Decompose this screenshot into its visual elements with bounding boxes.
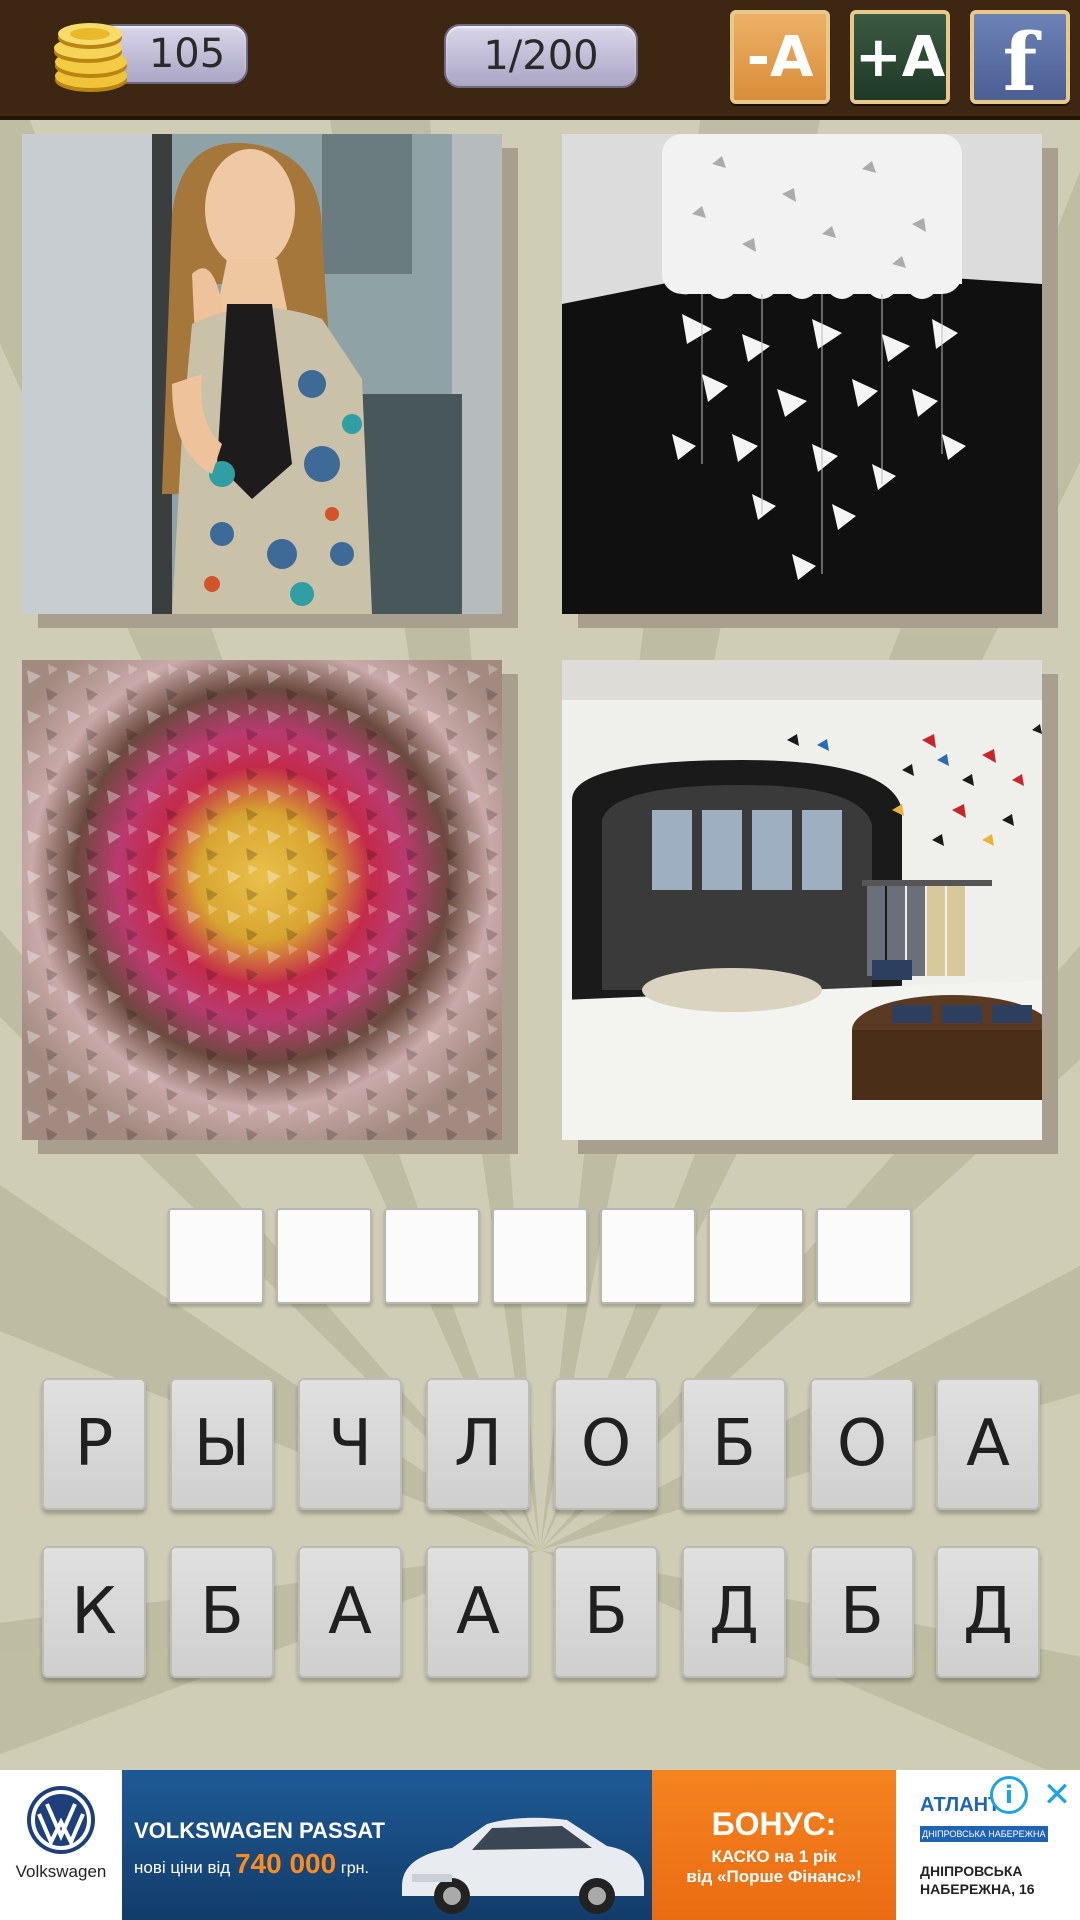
letter-tile[interactable]: О: [810, 1378, 914, 1510]
letter-tile[interactable]: Б: [170, 1546, 274, 1678]
boutique-butterflies-photo[interactable]: [562, 660, 1058, 1154]
ad-bonus-line2: від «Порше Фінанс»!: [686, 1867, 862, 1886]
letter-tile[interactable]: Л: [426, 1378, 530, 1510]
facebook-share-button[interactable]: f: [970, 10, 1070, 109]
volkswagen-logo-icon: [27, 1786, 95, 1854]
answer-slot[interactable]: [600, 1208, 696, 1304]
ad-main-panel: VOLKSWAGEN PASSAT нові ціни від 740 000 …: [122, 1770, 652, 1920]
ad-price-prefix: нові ціни від: [134, 1858, 231, 1877]
letter-tile[interactable]: Ы: [170, 1378, 274, 1510]
remove-letter-button[interactable]: -A: [730, 10, 830, 104]
letter-tile[interactable]: К: [42, 1546, 146, 1678]
top-bar: 105 1/200 -A +A f: [0, 0, 1080, 120]
ad-bonus-title: БОНУС:: [711, 1806, 837, 1842]
letter-tile[interactable]: А: [936, 1378, 1040, 1510]
ad-vw-panel: Volkswagen: [0, 1770, 122, 1920]
ad-bonus-panel: БОНУС: КАСКО на 1 рік від «Порше Фінанс»…: [652, 1770, 896, 1920]
woman-butterfly-dress-photo[interactable]: [22, 134, 518, 628]
ad-bonus-line1: КАСКО на 1 рік: [711, 1847, 837, 1866]
coins-value: 105: [148, 31, 226, 77]
answer-slot[interactable]: [384, 1208, 480, 1304]
paper-butterflies-wall-photo[interactable]: [22, 660, 518, 1154]
ad-model-text: VOLKSWAGEN PASSAT: [134, 1818, 385, 1843]
letter-tile[interactable]: О: [554, 1378, 658, 1510]
letter-tile[interactable]: Б: [682, 1378, 786, 1510]
letter-tile[interactable]: А: [426, 1546, 530, 1678]
coins-stack-icon: [54, 23, 127, 92]
reveal-letter-button[interactable]: +A: [850, 10, 950, 104]
answer-slot[interactable]: [492, 1208, 588, 1304]
level-value: 1/200: [483, 33, 599, 79]
letter-tile[interactable]: А: [298, 1546, 402, 1678]
reveal-letter-label: +A: [854, 24, 946, 90]
car-image: [402, 1817, 644, 1914]
letter-tile[interactable]: Р: [42, 1378, 146, 1510]
ad-atlant-address: ДНІПРОВСЬКА НАБЕРЕЖНА, 16: [920, 1863, 1035, 1897]
ad-banner[interactable]: Volkswagen VOLKSWAGEN PASSAT нові ціни в…: [0, 1770, 1080, 1920]
answer-slot[interactable]: [708, 1208, 804, 1304]
answer-slot[interactable]: [276, 1208, 372, 1304]
ad-close-icon[interactable]: ✕: [1038, 1775, 1076, 1815]
level-counter: 1/200: [444, 24, 638, 88]
ad-price-row: нові ціни від 740 000 грн.: [134, 1848, 369, 1880]
letter-tile[interactable]: Ч: [298, 1378, 402, 1510]
ad-info-icon[interactable]: i: [990, 1776, 1028, 1814]
ad-atlant-title: АТЛАНТ: [920, 1794, 1001, 1816]
letter-tile[interactable]: Б: [554, 1546, 658, 1678]
ad-vw-brand: Volkswagen: [15, 1862, 107, 1881]
answer-slot[interactable]: [816, 1208, 912, 1304]
ad-atlant-sub: ДНІПРОВСЬКА НАБЕРЕЖНА: [920, 1826, 1048, 1842]
remove-letter-label: -A: [746, 24, 814, 90]
letter-tile[interactable]: Д: [682, 1546, 786, 1678]
letter-tile[interactable]: Б: [810, 1546, 914, 1678]
butterfly-lamp-photo[interactable]: [562, 134, 1058, 628]
ad-price-unit: грн.: [340, 1860, 369, 1877]
facebook-icon: f: [1002, 15, 1038, 109]
answer-slot[interactable]: [168, 1208, 264, 1304]
letter-tile[interactable]: Д: [936, 1546, 1040, 1678]
ad-price: 740 000: [234, 1848, 337, 1879]
